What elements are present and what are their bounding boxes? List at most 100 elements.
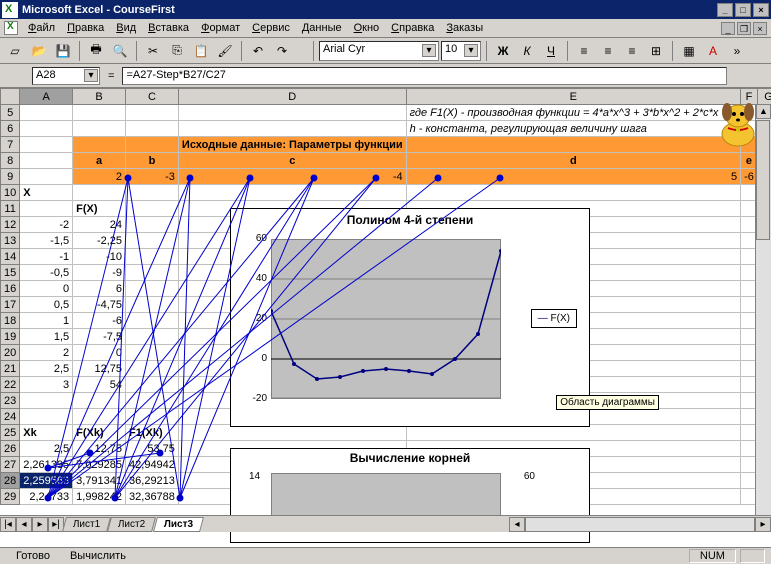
font-color-button[interactable]: A — [702, 40, 724, 62]
cell-B18[interactable]: -6 — [73, 313, 126, 329]
merge-center-button[interactable]: ⊞ — [645, 40, 667, 62]
doc-close-button[interactable]: × — [753, 22, 767, 35]
cell-B17[interactable]: -4,75 — [73, 297, 126, 313]
cell-B8[interactable]: a — [73, 153, 126, 169]
vertical-scrollbar[interactable]: ▲ ▼ — [755, 104, 771, 530]
align-center-button[interactable]: ≡ — [597, 40, 619, 62]
cell-C26[interactable]: 53,75 — [126, 441, 179, 457]
cell-A14[interactable]: -1 — [20, 249, 73, 265]
cell-C12[interactable] — [126, 217, 179, 233]
menu-Файл[interactable]: Файл — [22, 20, 61, 36]
cell-A21[interactable]: 2,5 — [20, 361, 73, 377]
header-5[interactable]: 5 — [1, 105, 20, 121]
cell-C6[interactable] — [126, 121, 179, 137]
cell-A11[interactable] — [20, 201, 73, 217]
cell-E6[interactable]: h - константа, регулирующая величину шаг… — [406, 121, 740, 137]
cell-B25[interactable]: F(Xk) — [73, 425, 126, 441]
header-19[interactable]: 19 — [1, 329, 20, 345]
header-20[interactable]: 20 — [1, 345, 20, 361]
cell-A29[interactable]: 2,24733 — [20, 489, 73, 505]
cell-A22[interactable]: 3 — [20, 377, 73, 393]
cell-C23[interactable] — [126, 393, 179, 409]
cell-C16[interactable] — [126, 281, 179, 297]
cell-B27[interactable]: 7,029285 — [73, 457, 126, 473]
horizontal-scrollbar[interactable]: ◂ ▸ — [509, 517, 771, 532]
cell-E10[interactable] — [406, 185, 740, 201]
header-9[interactable]: 9 — [1, 169, 20, 185]
chart-polynomial[interactable]: Полином 4-й степени 60 40 20 0 -20 — F(X… — [230, 208, 590, 427]
cell-C17[interactable] — [126, 297, 179, 313]
cell-A25[interactable]: Xk — [20, 425, 73, 441]
hscroll-right-button[interactable]: ▸ — [755, 517, 771, 532]
close-button[interactable]: × — [753, 3, 769, 17]
cell-D6[interactable] — [178, 121, 406, 137]
cell-A13[interactable]: -1,5 — [20, 233, 73, 249]
open-button[interactable]: 📂 — [28, 40, 50, 62]
doc-icon[interactable] — [4, 21, 18, 35]
header-17[interactable]: 17 — [1, 297, 20, 313]
doc-restore-button[interactable]: ❐ — [737, 22, 751, 35]
sheet-tab-Лист3[interactable]: Лист3 — [153, 517, 204, 532]
header-12[interactable]: 12 — [1, 217, 20, 233]
cell-B16[interactable]: 6 — [73, 281, 126, 297]
preview-button[interactable]: 🔍 — [109, 40, 131, 62]
cell-B9[interactable]: 2 — [73, 169, 126, 185]
cell-B28[interactable]: 3,791341 — [73, 473, 126, 489]
cell-A12[interactable]: -2 — [20, 217, 73, 233]
cell-D10[interactable] — [178, 185, 406, 201]
cell-C25[interactable]: F1(Xk) — [126, 425, 179, 441]
cell-B7[interactable] — [73, 137, 126, 153]
cell-B15[interactable]: -9 — [73, 265, 126, 281]
cell-C11[interactable] — [126, 201, 179, 217]
cell-A6[interactable] — [20, 121, 73, 137]
cell-C8[interactable]: b — [126, 153, 179, 169]
cell-A27[interactable]: 2,261395 — [20, 457, 73, 473]
cell-A16[interactable]: 0 — [20, 281, 73, 297]
paste-button[interactable]: 📋 — [190, 40, 212, 62]
header-21[interactable]: 21 — [1, 361, 20, 377]
copy-button[interactable]: ⎘ — [166, 40, 188, 62]
sheet-tab-Лист2[interactable]: Лист2 — [107, 517, 156, 532]
header-C[interactable]: C — [126, 89, 179, 105]
cell-B13[interactable]: -2,25 — [73, 233, 126, 249]
cell-B22[interactable]: 54 — [73, 377, 126, 393]
cell-A23[interactable] — [20, 393, 73, 409]
cell-C18[interactable] — [126, 313, 179, 329]
scroll-up-button[interactable]: ▲ — [756, 104, 771, 119]
header-11[interactable]: 11 — [1, 201, 20, 217]
menu-Заказы[interactable]: Заказы — [440, 20, 489, 36]
name-box[interactable]: A28 — [32, 67, 100, 85]
cell-A24[interactable] — [20, 409, 73, 425]
more-button[interactable]: » — [726, 40, 748, 62]
cell-C29[interactable]: 32,36788 — [126, 489, 179, 505]
cell-C13[interactable] — [126, 233, 179, 249]
bold-button[interactable]: Ж — [492, 40, 514, 62]
header-29[interactable]: 29 — [1, 489, 20, 505]
maximize-button[interactable]: □ — [735, 3, 751, 17]
cell-C19[interactable] — [126, 329, 179, 345]
format-painter-button[interactable]: 🖌 — [214, 40, 236, 62]
header-6[interactable]: 6 — [1, 121, 20, 137]
cell-E8[interactable]: d — [406, 153, 740, 169]
new-button[interactable]: ▱ — [4, 40, 26, 62]
tab-first-button[interactable]: |◂ — [0, 517, 16, 532]
cell-C20[interactable] — [126, 345, 179, 361]
menu-Вид[interactable]: Вид — [110, 20, 142, 36]
doc-minimize-button[interactable]: _ — [721, 22, 735, 35]
cell-C28[interactable]: 36,29213 — [126, 473, 179, 489]
align-right-button[interactable]: ≡ — [621, 40, 643, 62]
align-left-button[interactable]: ≡ — [573, 40, 595, 62]
cell-B26[interactable]: 12,75 — [73, 441, 126, 457]
header-25[interactable]: 25 — [1, 425, 20, 441]
cell-B29[interactable]: 1,998242 — [73, 489, 126, 505]
cell-C10[interactable] — [126, 185, 179, 201]
menu-Вставка[interactable]: Вставка — [142, 20, 195, 36]
cell-A10[interactable]: X — [20, 185, 73, 201]
cut-button[interactable]: ✂ — [142, 40, 164, 62]
cell-A8[interactable] — [20, 153, 73, 169]
cell-B5[interactable] — [73, 105, 126, 121]
sheet-tab-Лист1[interactable]: Лист1 — [62, 517, 111, 532]
header-26[interactable]: 26 — [1, 441, 20, 457]
print-button[interactable]: 🖶 — [85, 40, 107, 62]
cell-C15[interactable] — [126, 265, 179, 281]
